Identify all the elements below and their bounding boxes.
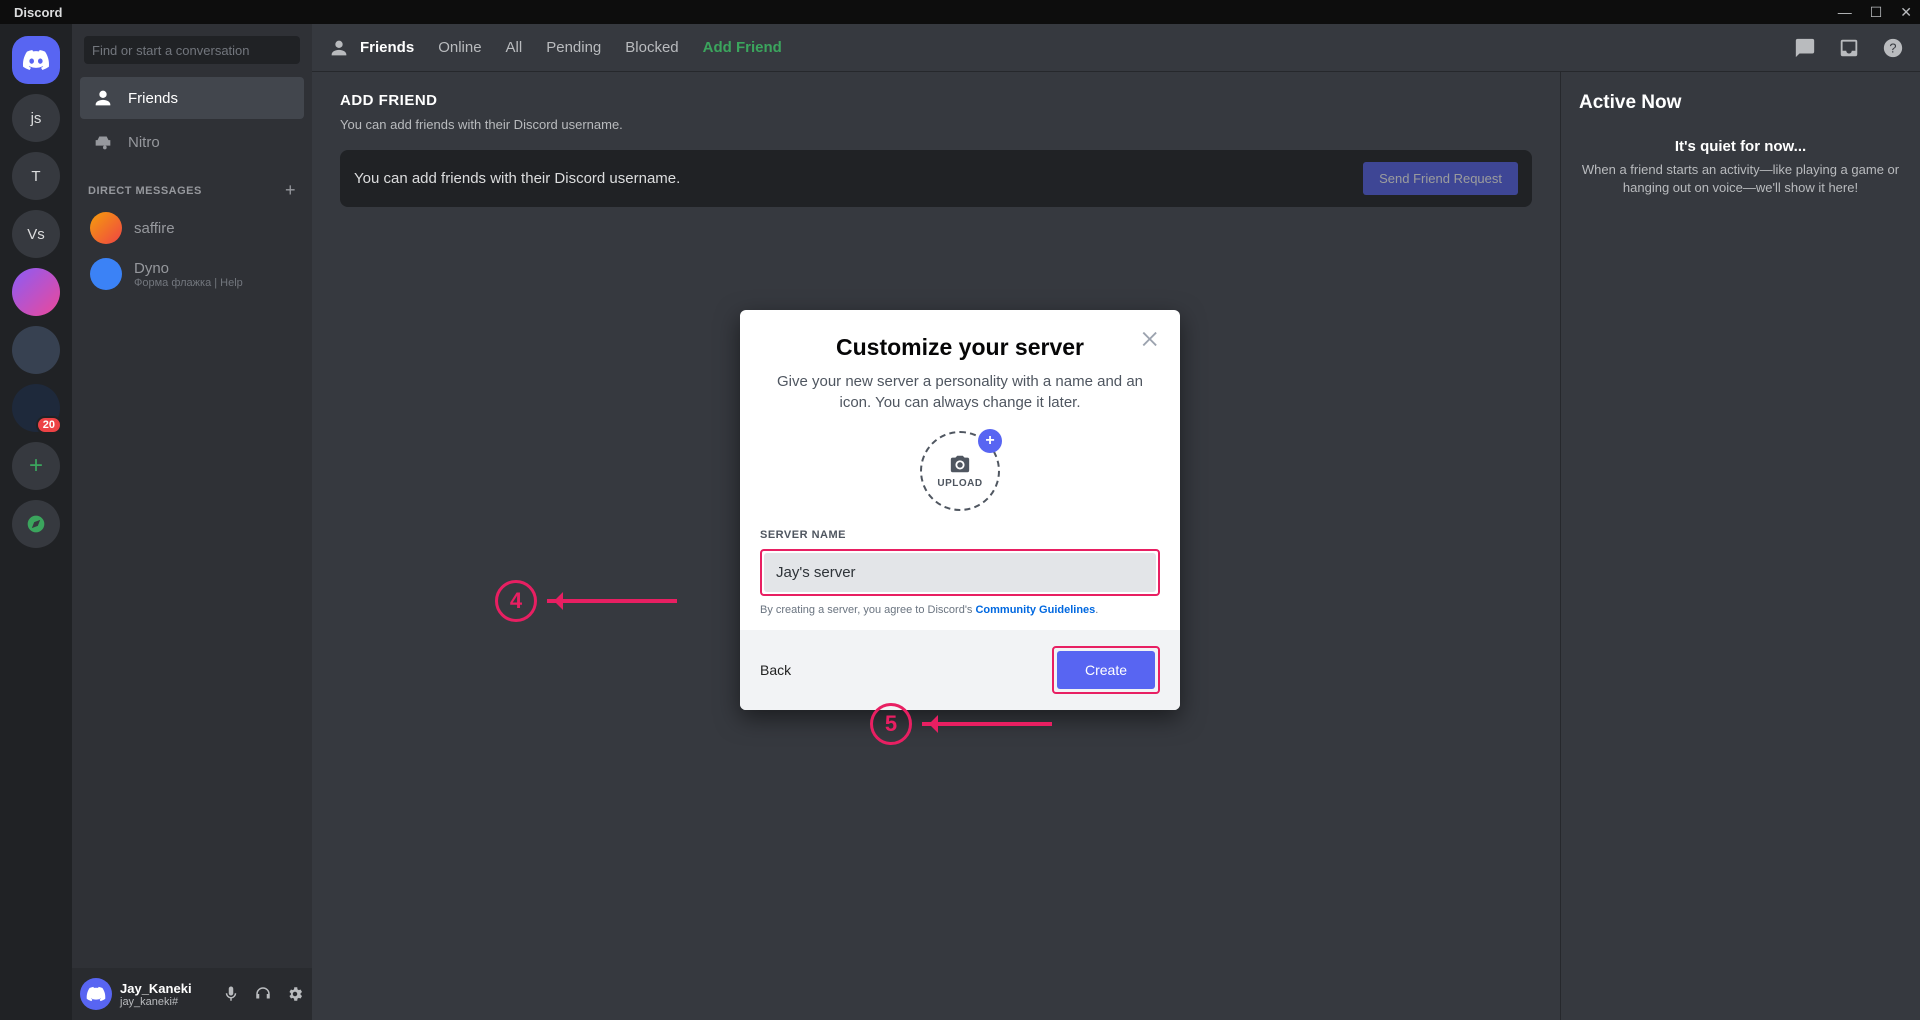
back-button[interactable]: Back	[760, 662, 791, 678]
user-tag: jay_kaneki#	[120, 996, 192, 1008]
sidebar-item-label: Friends	[128, 90, 178, 107]
channel-sidebar: Find or start a conversation Friends Nit…	[72, 24, 312, 1020]
create-button-highlight: Create	[1052, 646, 1160, 694]
active-now-title: Active Now	[1579, 92, 1902, 114]
dm-item[interactable]: saffire	[80, 206, 304, 250]
annotation-step-5: 5	[870, 703, 1052, 745]
new-dm-icon[interactable]	[1794, 37, 1816, 59]
friends-icon	[92, 87, 114, 109]
app-name: Discord	[8, 5, 62, 20]
tab-blocked[interactable]: Blocked	[625, 39, 678, 56]
modal-subtitle: Give your new server a personality with …	[760, 371, 1160, 413]
arrow-icon	[547, 599, 677, 603]
help-icon[interactable]: ?	[1882, 37, 1904, 59]
annotation-number: 4	[495, 580, 537, 622]
server-pill[interactable]: js	[12, 94, 60, 142]
add-friend-subtitle: You can add friends with their Discord u…	[340, 117, 1532, 132]
add-friend-title: ADD FRIEND	[340, 92, 1532, 109]
settings-icon[interactable]	[286, 985, 304, 1003]
close-modal-button[interactable]	[1140, 328, 1162, 355]
upload-label: UPLOAD	[937, 478, 982, 489]
dm-activity: Форма флажка | Help	[134, 277, 243, 289]
modal-title: Customize your server	[760, 334, 1160, 361]
server-rail: js T Vs 20 +	[0, 24, 72, 1020]
server-pill[interactable]: T	[12, 152, 60, 200]
add-server-button[interactable]: +	[12, 442, 60, 490]
annotation-number: 5	[870, 703, 912, 745]
close-window-icon[interactable]: ✕	[1900, 4, 1912, 21]
avatar	[90, 212, 122, 244]
discord-logo-icon	[86, 984, 106, 1004]
unread-badge: 20	[36, 416, 62, 434]
community-guidelines-link[interactable]: Community Guidelines	[975, 604, 1095, 616]
server-pill[interactable]	[12, 326, 60, 374]
close-icon	[1140, 328, 1162, 350]
explore-servers-button[interactable]	[12, 500, 60, 548]
user-avatar[interactable]	[80, 978, 112, 1010]
mic-icon[interactable]	[222, 985, 240, 1003]
create-button[interactable]: Create	[1057, 651, 1155, 689]
friends-label: Friends	[360, 39, 414, 56]
tab-online[interactable]: Online	[438, 39, 481, 56]
sidebar-item-label: Nitro	[128, 134, 160, 151]
top-bar: Friends Online All Pending Blocked Add F…	[312, 24, 1920, 72]
active-now-quiet: It's quiet for now...	[1579, 138, 1902, 155]
active-now-panel: Active Now It's quiet for now... When a …	[1560, 72, 1920, 1020]
svg-text:?: ?	[1889, 40, 1896, 55]
dm-header: DIRECT MESSAGES +	[72, 164, 312, 205]
server-name-input[interactable]	[764, 553, 1156, 592]
conversation-search[interactable]: Find or start a conversation	[84, 36, 300, 64]
minimize-icon[interactable]: —	[1838, 4, 1852, 21]
maximize-icon[interactable]: ☐	[1870, 4, 1883, 21]
arrow-icon	[922, 722, 1052, 726]
inbox-icon[interactable]	[1838, 37, 1860, 59]
server-pill[interactable]	[12, 268, 60, 316]
user-name: Jay_Kaneki	[120, 981, 192, 996]
annotation-step-4: 4	[495, 580, 677, 622]
agree-prefix: By creating a server, you agree to Disco…	[760, 604, 975, 616]
modal-footer: Back Create	[740, 630, 1180, 710]
avatar	[90, 258, 122, 290]
dm-name: saffire	[134, 220, 175, 237]
camera-icon	[949, 453, 971, 475]
dm-name: Dyno	[134, 260, 243, 277]
server-pill[interactable]: Vs	[12, 210, 60, 258]
friends-icon	[328, 37, 350, 59]
active-now-desc: When a friend starts an activity—like pl…	[1579, 161, 1902, 197]
upload-icon-zone[interactable]: + UPLOAD	[920, 431, 1000, 511]
friends-heading: Friends	[328, 37, 414, 59]
server-name-highlight	[760, 549, 1160, 596]
add-friend-input-row: You can add friends with their Discord u…	[340, 150, 1532, 207]
window-controls: — ☐ ✕	[1838, 4, 1912, 21]
headphones-icon[interactable]	[254, 985, 272, 1003]
sidebar-item-nitro[interactable]: Nitro	[80, 121, 304, 163]
compass-icon	[26, 514, 46, 534]
nitro-icon	[92, 131, 114, 153]
server-name-label: SERVER NAME	[760, 529, 1160, 541]
window-titlebar: Discord — ☐ ✕	[0, 0, 1920, 24]
add-friend-input[interactable]: You can add friends with their Discord u…	[354, 170, 1351, 187]
customize-server-modal: Customize your server Give your new serv…	[740, 310, 1180, 710]
tab-all[interactable]: All	[506, 39, 523, 56]
discord-logo-icon	[22, 46, 50, 74]
tab-pending[interactable]: Pending	[546, 39, 601, 56]
agree-suffix: .	[1095, 604, 1098, 616]
dm-item[interactable]: Dyno Форма флажка | Help	[80, 252, 304, 296]
home-button[interactable]	[12, 36, 60, 84]
create-dm-button[interactable]: +	[285, 180, 296, 201]
plus-icon: +	[978, 429, 1002, 453]
sidebar-item-friends[interactable]: Friends	[80, 77, 304, 119]
tab-add-friend[interactable]: Add Friend	[703, 39, 782, 56]
send-request-button[interactable]: Send Friend Request	[1363, 162, 1518, 195]
agreement-text: By creating a server, you agree to Disco…	[760, 604, 1160, 616]
dm-header-label: DIRECT MESSAGES	[88, 185, 202, 197]
user-panel: Jay_Kaneki jay_kaneki#	[72, 968, 312, 1020]
